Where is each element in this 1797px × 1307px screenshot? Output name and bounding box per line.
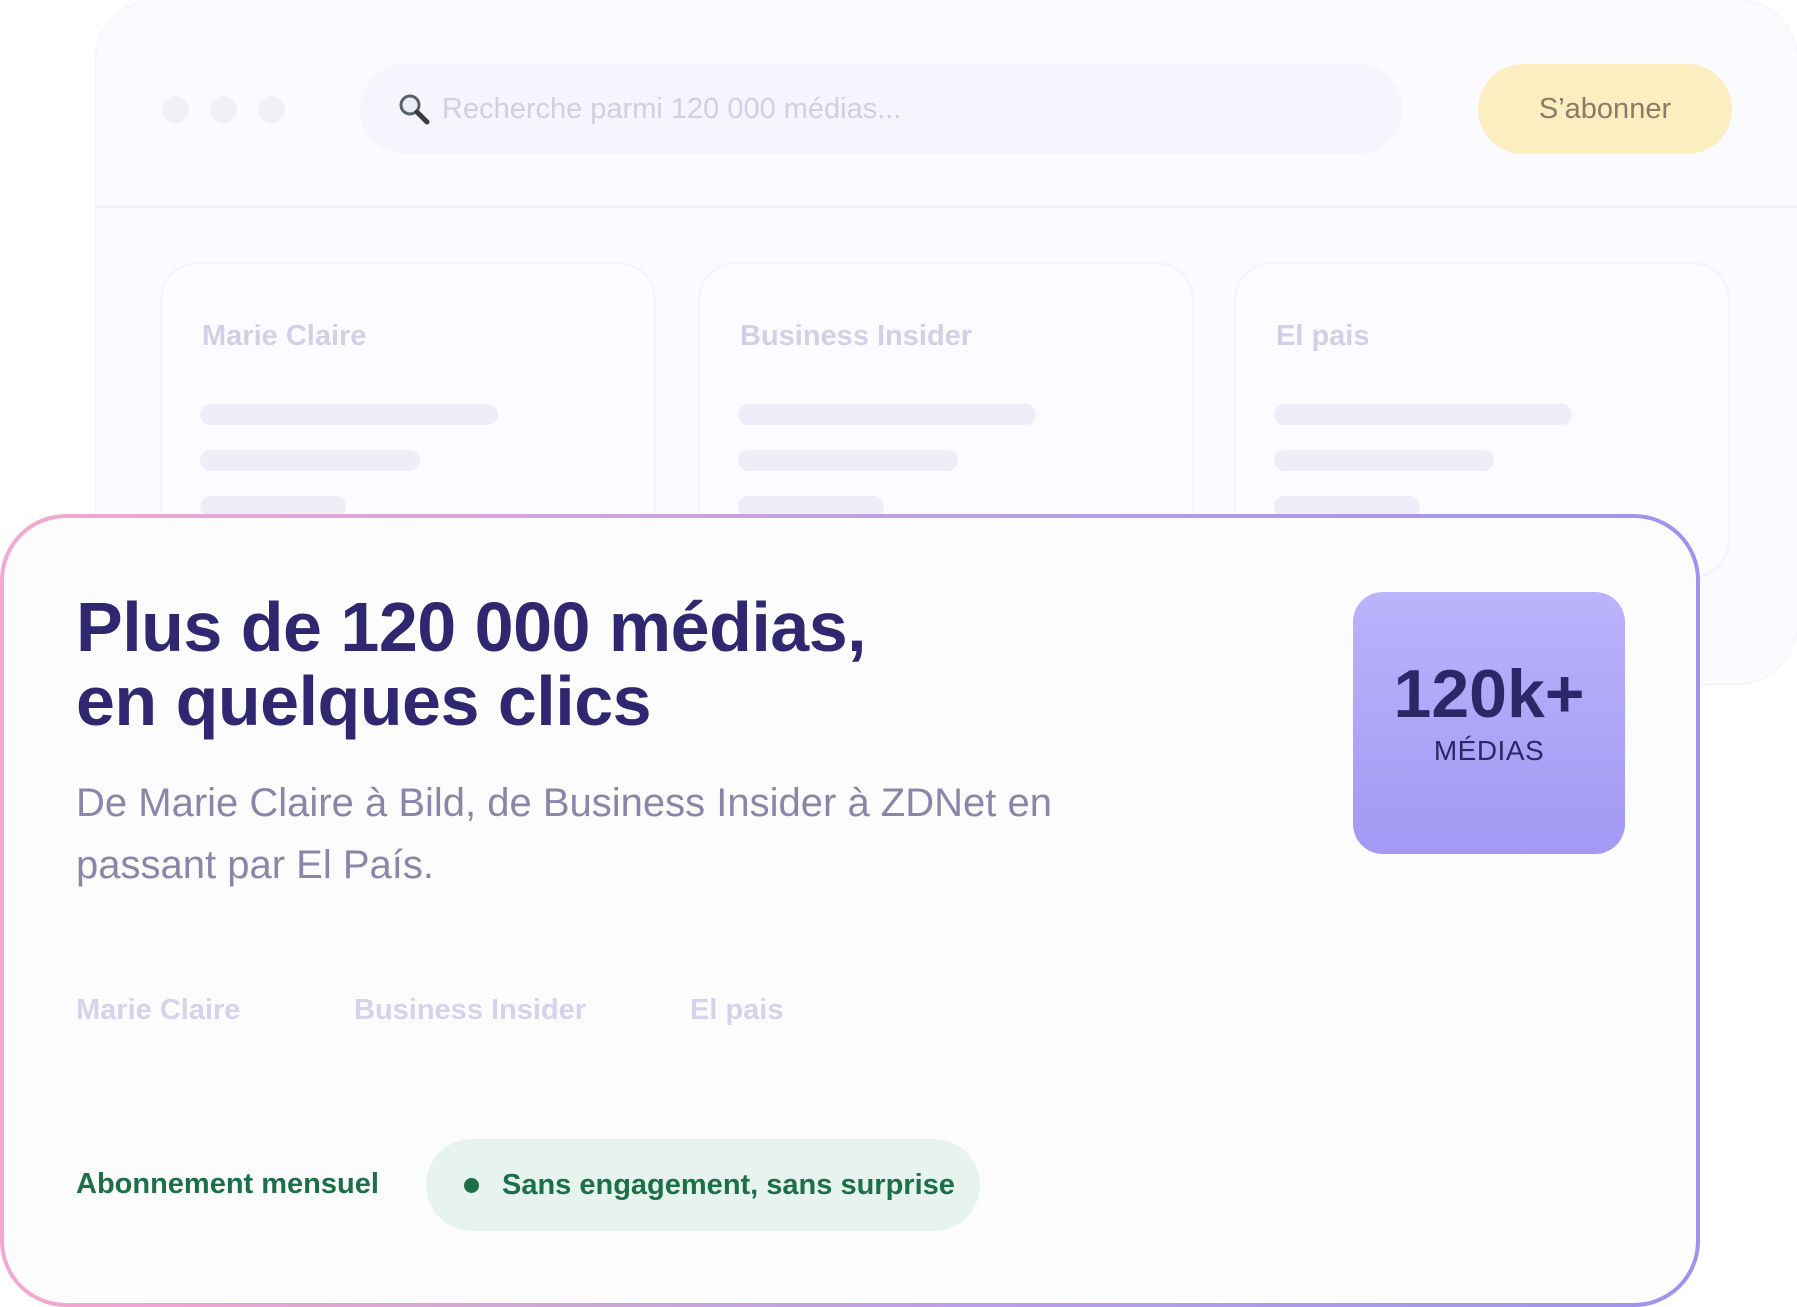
search-bar[interactable]: Recherche parmi 120 000 médias... xyxy=(360,64,1402,154)
skeleton-line xyxy=(200,450,420,471)
search-input-placeholder[interactable]: Recherche parmi 120 000 médias... xyxy=(442,64,901,154)
no-commitment-badge: Sans engagement, sans surprise xyxy=(426,1139,980,1231)
media-card-title: Marie Claire xyxy=(202,320,367,352)
stat-badge: 120k+ MÉDIAS xyxy=(1353,592,1625,854)
window-controls xyxy=(162,96,285,123)
media-name-business-insider: Business Insider xyxy=(354,994,587,1026)
media-name-marie-claire: Marie Claire xyxy=(76,994,241,1026)
feature-headline: Plus de 120 000 médias, en quelques clic… xyxy=(76,588,867,740)
stat-value: 120k+ xyxy=(1393,656,1585,732)
skeleton-line xyxy=(200,404,498,425)
search-icon xyxy=(396,91,432,127)
headline-line-1: Plus de 120 000 médias, xyxy=(76,588,867,666)
window-dot-minimize xyxy=(210,96,237,123)
status-dot-icon xyxy=(464,1178,479,1193)
window-dot-close xyxy=(162,96,189,123)
stat-label: MÉDIAS xyxy=(1433,735,1545,766)
subscribe-button[interactable]: S’abonner xyxy=(1478,64,1732,154)
no-commitment-text: Sans engagement, sans surprise xyxy=(502,1169,955,1201)
media-card-title: Business Insider xyxy=(740,320,973,352)
page: Recherche parmi 120 000 médias... S’abon… xyxy=(0,0,1797,1307)
skeleton-line xyxy=(1274,450,1494,471)
feature-card-body: Plus de 120 000 médias, en quelques clic… xyxy=(4,518,1696,1303)
headline-line-2: en quelques clics xyxy=(76,662,652,740)
skeleton-line xyxy=(1274,404,1572,425)
skeleton-line xyxy=(738,450,958,471)
header-divider xyxy=(96,206,1797,208)
skeleton-line xyxy=(738,404,1036,425)
window-dot-maximize xyxy=(258,96,285,123)
feature-subtitle: De Marie Claire à Bild, de Business Insi… xyxy=(76,781,1052,887)
feature-card: Plus de 120 000 médias, en quelques clic… xyxy=(0,514,1700,1307)
media-name-el-pais: El pais xyxy=(690,994,784,1026)
media-card-title: El pais xyxy=(1276,320,1370,352)
plan-label: Abonnement mensuel xyxy=(76,1168,379,1200)
